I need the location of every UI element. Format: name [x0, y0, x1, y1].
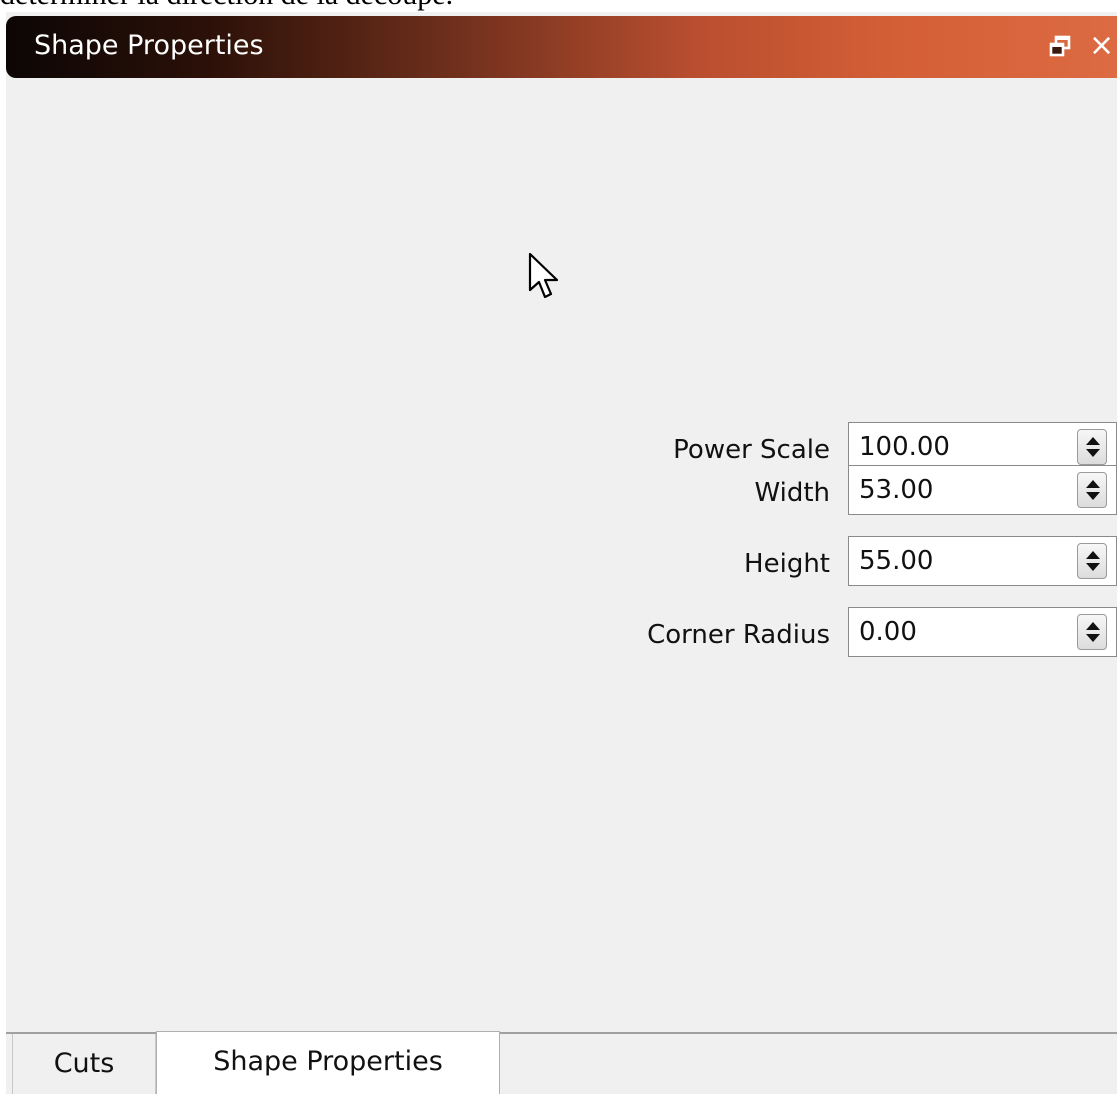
height-spinbox[interactable]: 55.00 [848, 536, 1117, 586]
width-stepper[interactable] [1077, 472, 1107, 508]
height-value[interactable]: 55.00 [859, 545, 933, 577]
tab-shape-properties[interactable]: Shape Properties [156, 1031, 500, 1094]
document-text-fragment: déterminer la direction de la découpe. [0, 0, 453, 12]
tab-cuts[interactable]: Cuts [12, 1034, 156, 1094]
corner-radius-spinbox[interactable]: 0.00 [848, 607, 1117, 657]
corner-radius-label: Corner Radius [647, 620, 830, 650]
height-label: Height [744, 549, 830, 579]
power-scale-stepper[interactable] [1077, 429, 1107, 465]
width-label: Width [754, 478, 830, 508]
mouse-pointer-icon [528, 252, 562, 304]
width-spinbox[interactable]: 53.00 [848, 465, 1117, 515]
width-value[interactable]: 53.00 [859, 474, 933, 506]
corner-radius-value[interactable]: 0.00 [859, 616, 917, 648]
power-scale-value[interactable]: 100.00 [859, 431, 950, 463]
height-stepper[interactable] [1077, 543, 1107, 579]
panel-title-bar[interactable]: Shape Properties × [6, 16, 1117, 78]
float-window-icon[interactable] [1048, 34, 1072, 58]
close-icon[interactable]: × [1089, 31, 1114, 61]
power-scale-label: Power Scale [673, 435, 830, 465]
panel-title: Shape Properties [34, 30, 264, 61]
corner-radius-stepper[interactable] [1077, 614, 1107, 650]
